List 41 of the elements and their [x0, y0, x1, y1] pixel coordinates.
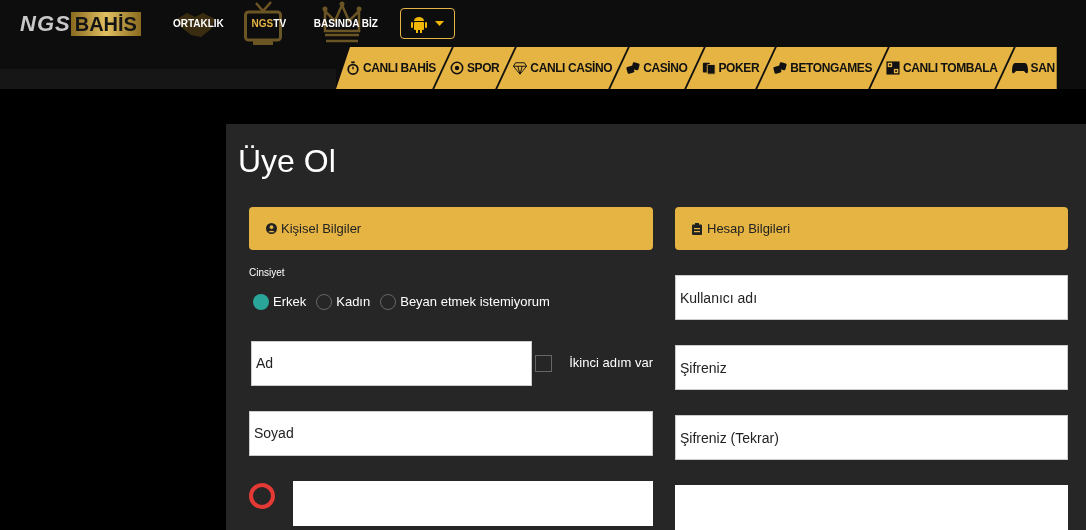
menu-item[interactable]: CASİNO: [624, 59, 690, 77]
text-field[interactable]: Şifreniz: [675, 345, 1068, 390]
stopwatch-icon: [346, 61, 360, 75]
menu-item[interactable]: CANLI BAHİS: [344, 59, 438, 77]
ball-icon: [449, 61, 464, 75]
text-field[interactable]: Soyad: [249, 410, 653, 456]
page-title: Üye Ol: [238, 142, 337, 180]
clipboard-icon: [692, 222, 702, 235]
text-field[interactable]: Kullanıcı adı: [675, 275, 1068, 320]
menu-item[interactable]: POKER: [699, 59, 762, 77]
gender-radio[interactable]: Erkek: [253, 292, 307, 312]
menu-item[interactable]: BETONGAMES: [771, 59, 874, 77]
text-field[interactable]: Ad: [251, 340, 532, 386]
cards-icon: [701, 61, 716, 75]
checkbox-label: İkinci adım var: [569, 354, 653, 373]
android-icon: [410, 14, 427, 33]
app-download-button[interactable]: [399, 8, 455, 39]
warning-icon: [249, 482, 275, 509]
dice-icon: [626, 61, 641, 75]
text-field[interactable]: [293, 480, 653, 526]
caret-icon: [434, 21, 444, 26]
section-header: Hesap Bilgileri: [675, 207, 1068, 250]
dice-icon: [773, 61, 788, 75]
diamond-icon: [513, 61, 528, 75]
nav-link[interactable]: ORTAKLIK: [170, 0, 226, 47]
menu-item[interactable]: CANLI TOMBALA: [884, 59, 1000, 77]
gamepad-icon: [1011, 62, 1028, 74]
gender-radio[interactable]: Kadın: [316, 292, 371, 312]
menu-item[interactable]: SPOR: [447, 59, 502, 77]
user-icon: [266, 223, 277, 234]
section-header: Kişisel Bilgiler: [249, 207, 653, 250]
nav-link[interactable]: NGSTV: [243, 0, 294, 47]
checkbox[interactable]: [535, 354, 552, 372]
nav-link[interactable]: BASINDA BİZ: [311, 0, 380, 47]
gender-radio[interactable]: Beyan etmek istemiyorum: [380, 292, 550, 312]
text-field[interactable]: Şifreniz (Tekrar): [675, 415, 1068, 460]
menu-item[interactable]: SAN: [1009, 59, 1057, 77]
text-field[interactable]: [675, 485, 1068, 530]
menu-item[interactable]: CANLI CASİNO: [511, 59, 615, 77]
grid-icon: [886, 61, 900, 75]
field-label: Cinsiyet: [249, 266, 286, 280]
